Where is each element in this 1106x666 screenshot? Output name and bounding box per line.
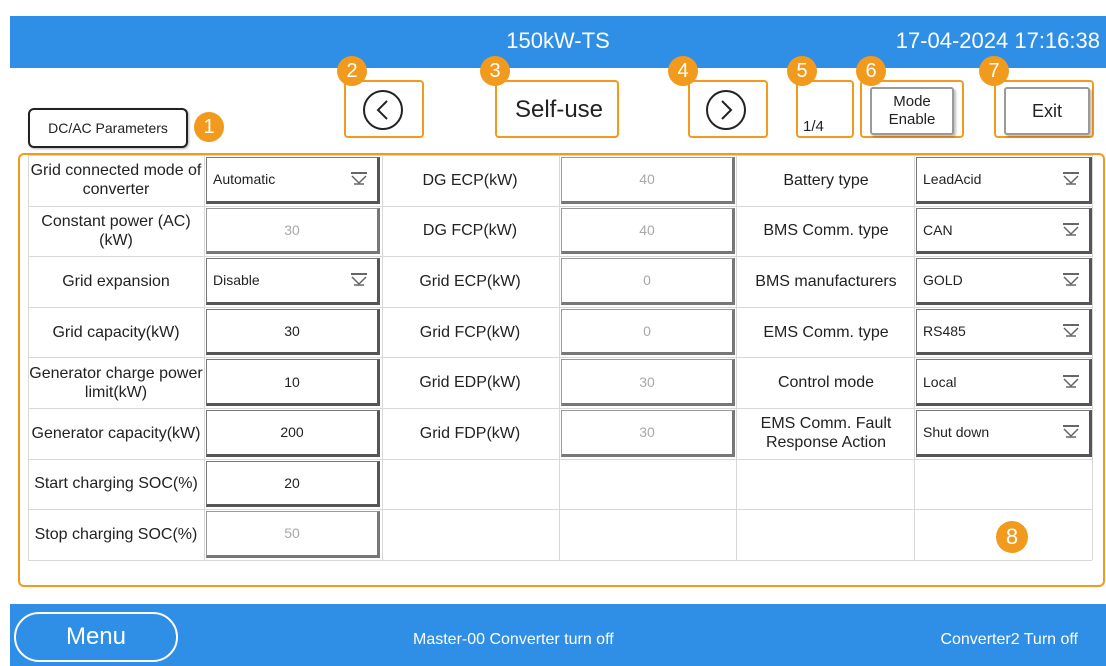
param-select-value: CAN	[923, 221, 953, 238]
grid-line	[28, 559, 1092, 561]
mode-enable-line1: Mode	[893, 93, 931, 110]
param-select[interactable]: Local	[916, 359, 1092, 406]
param-value-field[interactable]: 40	[561, 157, 735, 204]
mode-enable-line2: Enable	[888, 111, 936, 128]
mode-enable-button[interactable]: Mode Enable	[870, 87, 954, 135]
exit-button[interactable]: Exit	[1004, 87, 1090, 135]
param-value-field[interactable]: 30	[561, 359, 735, 406]
grid-line	[914, 155, 915, 560]
param-select[interactable]: CAN	[916, 207, 1092, 255]
status-message: Master-00 Converter turn off	[413, 631, 614, 648]
param-value-field[interactable]: 30	[206, 308, 380, 356]
grid-line	[204, 155, 205, 560]
badge-4: 4	[668, 56, 698, 86]
param-select[interactable]: LeadAcid	[916, 157, 1092, 204]
param-value-field[interactable]: 200	[206, 410, 380, 457]
param-label: BMS Comm. type	[763, 222, 889, 240]
param-label: Grid capacity(kW)	[52, 323, 180, 341]
dropdown-arrow-icon	[351, 273, 367, 287]
dropdown-arrow-icon	[1063, 374, 1079, 388]
param-select-value: Disable	[213, 272, 260, 289]
param-label: Generator capacity(kW)	[31, 424, 201, 442]
param-select-value: GOLD	[923, 272, 963, 289]
badge-6: 6	[856, 56, 886, 86]
next-page-button[interactable]	[706, 90, 746, 130]
dcac-parameters-button[interactable]: DC/AC Parameters	[28, 108, 188, 148]
grid-line	[559, 155, 560, 560]
dropdown-arrow-icon	[1063, 273, 1079, 287]
footer-bar: Menu Master-00 Converter turn off Conver…	[10, 604, 1106, 666]
badge-1: 1	[194, 112, 224, 142]
param-label: EMS Comm. type	[763, 323, 889, 341]
header-bar: 150kW-TS 17-04-2024 17:16:38	[10, 16, 1106, 68]
param-label: Grid expansion	[62, 272, 170, 290]
dropdown-arrow-icon	[351, 172, 367, 186]
grid-line	[1092, 155, 1093, 560]
param-value-field[interactable]: 20	[206, 460, 380, 508]
param-label: Control mode	[777, 374, 875, 392]
param-value-field[interactable]: 30	[561, 410, 735, 457]
param-select[interactable]: GOLD	[916, 258, 1092, 305]
param-label: Constant power (AC)(kW)	[41, 212, 191, 249]
dropdown-arrow-icon	[1063, 172, 1079, 186]
param-select-value: Shut down	[923, 424, 990, 441]
dropdown-arrow-icon	[1063, 324, 1079, 337]
badge-5: 5	[787, 56, 817, 86]
grid-line	[736, 155, 737, 560]
dropdown-arrow-icon	[1063, 425, 1079, 439]
badge-3: 3	[480, 56, 510, 86]
chevron-left-icon	[376, 100, 388, 120]
param-label: Grid connected mode of converter	[30, 162, 202, 199]
datetime: 17-04-2024 17:16:38	[895, 28, 1100, 53]
converter2-status: Converter2 Turn off	[940, 631, 1078, 648]
param-value-field[interactable]: 10	[206, 359, 380, 406]
param-select-value: Local	[923, 373, 957, 390]
param-value-field[interactable]: 30	[206, 207, 380, 255]
param-label: DG ECP(kW)	[422, 171, 518, 189]
param-label: Battery type	[783, 171, 869, 189]
prev-page-button[interactable]	[363, 90, 403, 130]
param-label: Start charging SOC(%)	[34, 475, 198, 493]
param-value-field[interactable]: 0	[561, 308, 735, 356]
param-label: EMS Comm. Fault Response Action	[760, 415, 892, 452]
param-label: DG FCP(kW)	[422, 222, 518, 240]
menu-button[interactable]: Menu	[14, 612, 178, 662]
param-label: Generator charge power limit(kW)	[29, 364, 203, 401]
page-indicator: 1/4	[803, 118, 824, 135]
param-select-value: Automatic	[213, 171, 276, 188]
badge-2: 2	[337, 56, 367, 86]
param-select[interactable]: RS485	[916, 308, 1092, 356]
param-select-value: LeadAcid	[923, 171, 982, 188]
param-label: Grid ECP(kW)	[419, 272, 521, 290]
param-select[interactable]: Shut down	[916, 410, 1092, 457]
param-select[interactable]: Disable	[206, 258, 380, 305]
param-select-value: RS485	[923, 323, 966, 340]
chevron-right-icon	[721, 100, 733, 120]
mode-display: Self-use	[514, 96, 604, 123]
param-value-field[interactable]: 0	[561, 258, 735, 305]
param-label: Grid EDP(kW)	[419, 374, 521, 392]
param-value-field[interactable]: 40	[561, 207, 735, 255]
badge-8: 8	[996, 521, 1028, 553]
param-value-field[interactable]: 50	[206, 511, 380, 558]
param-label: Stop charging SOC(%)	[34, 525, 198, 543]
param-label: Grid FCP(kW)	[419, 323, 521, 341]
badge-7: 7	[979, 56, 1009, 86]
dropdown-arrow-icon	[1063, 222, 1079, 236]
param-label: BMS manufacturers	[755, 272, 897, 290]
param-select[interactable]: Automatic	[206, 157, 380, 204]
param-label: Grid FDP(kW)	[419, 424, 521, 442]
